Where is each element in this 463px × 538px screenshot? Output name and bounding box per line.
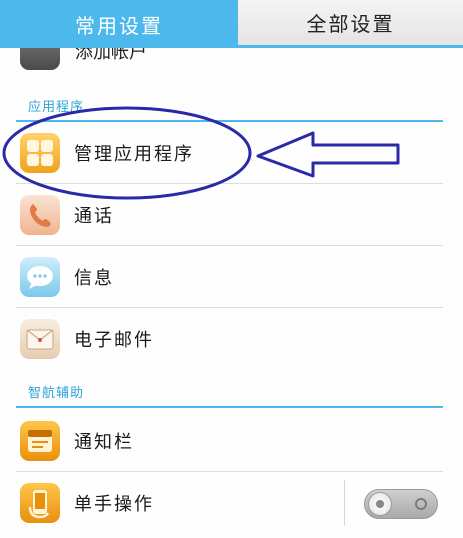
- toggle-knob[interactable]: [368, 492, 392, 516]
- settings-tabs: 常用设置 全部设置: [0, 0, 463, 48]
- row-label: 通知栏: [74, 432, 134, 453]
- row-label: 信息: [74, 268, 114, 289]
- toggle-off-indicator: [415, 498, 427, 510]
- row-label: 单手操作: [74, 494, 154, 515]
- toggle-divider: [344, 480, 345, 526]
- envelope-icon: [20, 319, 60, 359]
- section-header-apps: 应用程序: [0, 88, 463, 122]
- account-icon: [20, 48, 60, 70]
- section-title: 智航辅助: [28, 386, 85, 401]
- add-account-label: 添加帐户: [75, 48, 147, 63]
- email-row[interactable]: 电子邮件: [0, 308, 463, 370]
- call-row[interactable]: 通话: [0, 184, 463, 246]
- row-label: 通话: [74, 206, 114, 227]
- chat-bubble-icon: [20, 257, 60, 297]
- notification-icon: [20, 421, 60, 461]
- phone-icon: [20, 195, 60, 235]
- section-divider: [16, 406, 443, 408]
- section-header-assist: 智航辅助: [0, 374, 463, 408]
- manage-apps-row[interactable]: 管理应用程序: [0, 122, 463, 184]
- apps-grid-icon: [20, 133, 60, 173]
- tab-common-settings[interactable]: 常用设置: [0, 0, 238, 48]
- one-hand-row[interactable]: 单手操作: [0, 472, 463, 534]
- row-label: 电子邮件: [74, 330, 154, 351]
- messages-row[interactable]: 信息: [0, 246, 463, 308]
- section-title: 应用程序: [28, 100, 85, 115]
- notification-bar-row[interactable]: 通知栏: [0, 410, 463, 472]
- tab-all-settings[interactable]: 全部设置: [238, 0, 463, 48]
- phone-hand-icon: [20, 483, 60, 523]
- one-hand-toggle[interactable]: [364, 489, 438, 519]
- settings-screen: 常用设置 全部设置 添加帐户 应用程序 管理应用程序 通话 信息 电子邮件 智航…: [0, 0, 463, 538]
- add-account-row[interactable]: 添加帐户: [0, 48, 463, 88]
- row-label: 管理应用程序: [74, 144, 194, 165]
